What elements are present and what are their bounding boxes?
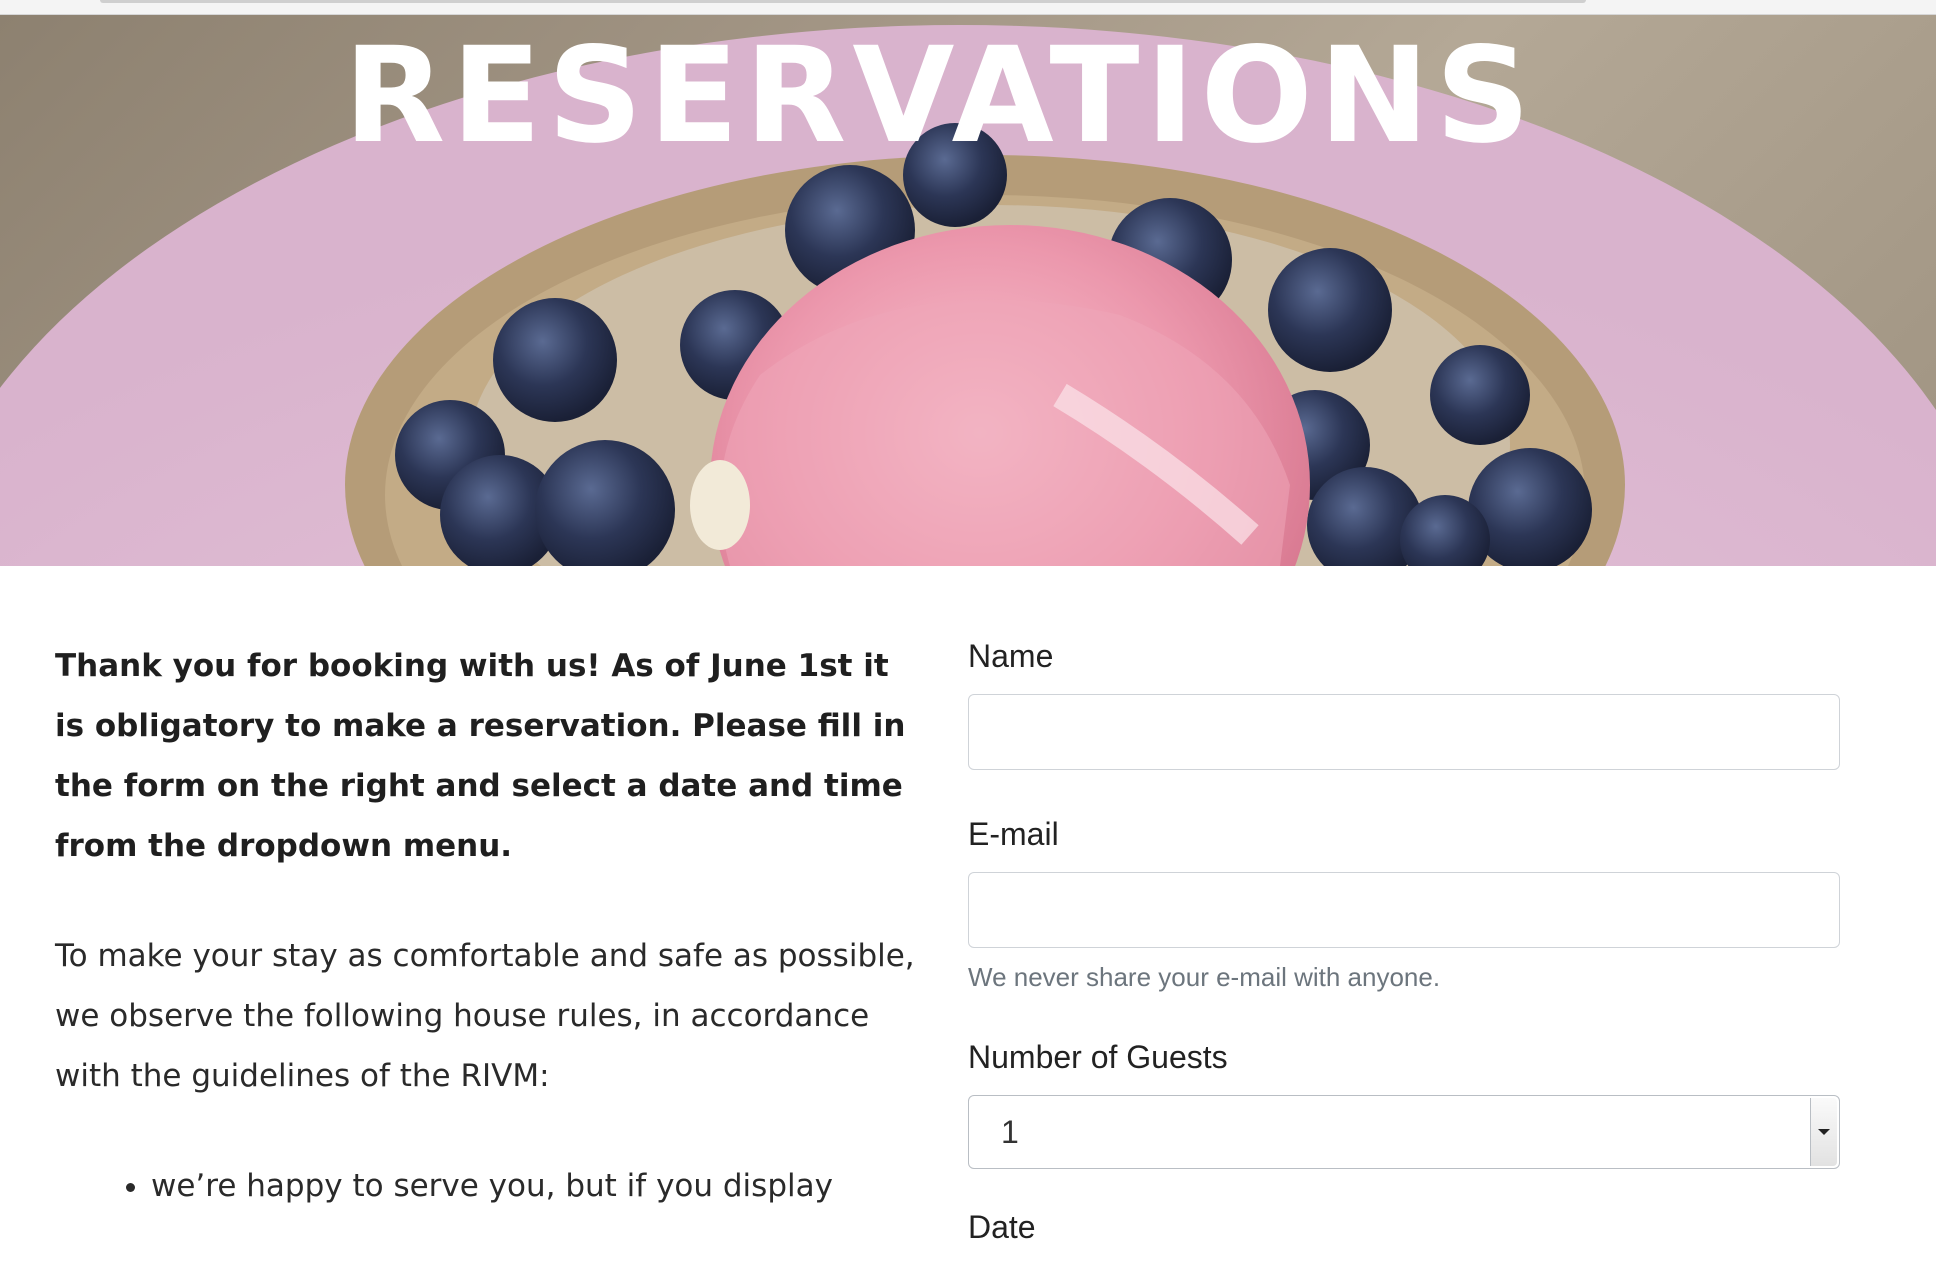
email-group: E-mail We never share your e-mail with a… <box>968 816 1840 993</box>
hero-banner: RESERVATIONS <box>0 15 1936 566</box>
name-label: Name <box>968 638 1054 674</box>
browser-tab-line <box>100 0 1586 3</box>
email-input[interactable] <box>968 872 1840 948</box>
house-rules-list: we’re happy to serve you, but if you dis… <box>55 1156 925 1216</box>
name-input[interactable] <box>968 694 1840 770</box>
guests-label: Number of Guests <box>968 1039 1228 1075</box>
date-label: Date <box>968 1209 1036 1245</box>
intro-text: Thank you for booking with us! As of Jun… <box>55 648 906 864</box>
info-column: Thank you for booking with us! As of Jun… <box>55 636 925 1216</box>
house-rule-item: we’re happy to serve you, but if you dis… <box>151 1156 925 1216</box>
guests-group: Number of Guests 1 <box>968 1039 1840 1169</box>
house-rules-intro: To make your stay as comfortable and saf… <box>55 938 915 1094</box>
name-group: Name <box>968 638 1840 770</box>
email-label: E-mail <box>968 816 1059 852</box>
reservation-form: Name E-mail We never share your e-mail w… <box>968 638 1840 1265</box>
browser-top-bar <box>0 0 1936 15</box>
email-helper-text: We never share your e-mail with anyone. <box>968 962 1441 992</box>
guests-selected-value: 1 <box>1001 1114 1019 1150</box>
guests-select[interactable]: 1 <box>968 1095 1840 1169</box>
page-title: RESERVATIONS <box>343 19 1537 173</box>
chevron-down-icon[interactable] <box>1810 1098 1837 1166</box>
main-content: Thank you for booking with us! As of Jun… <box>0 566 1936 1245</box>
